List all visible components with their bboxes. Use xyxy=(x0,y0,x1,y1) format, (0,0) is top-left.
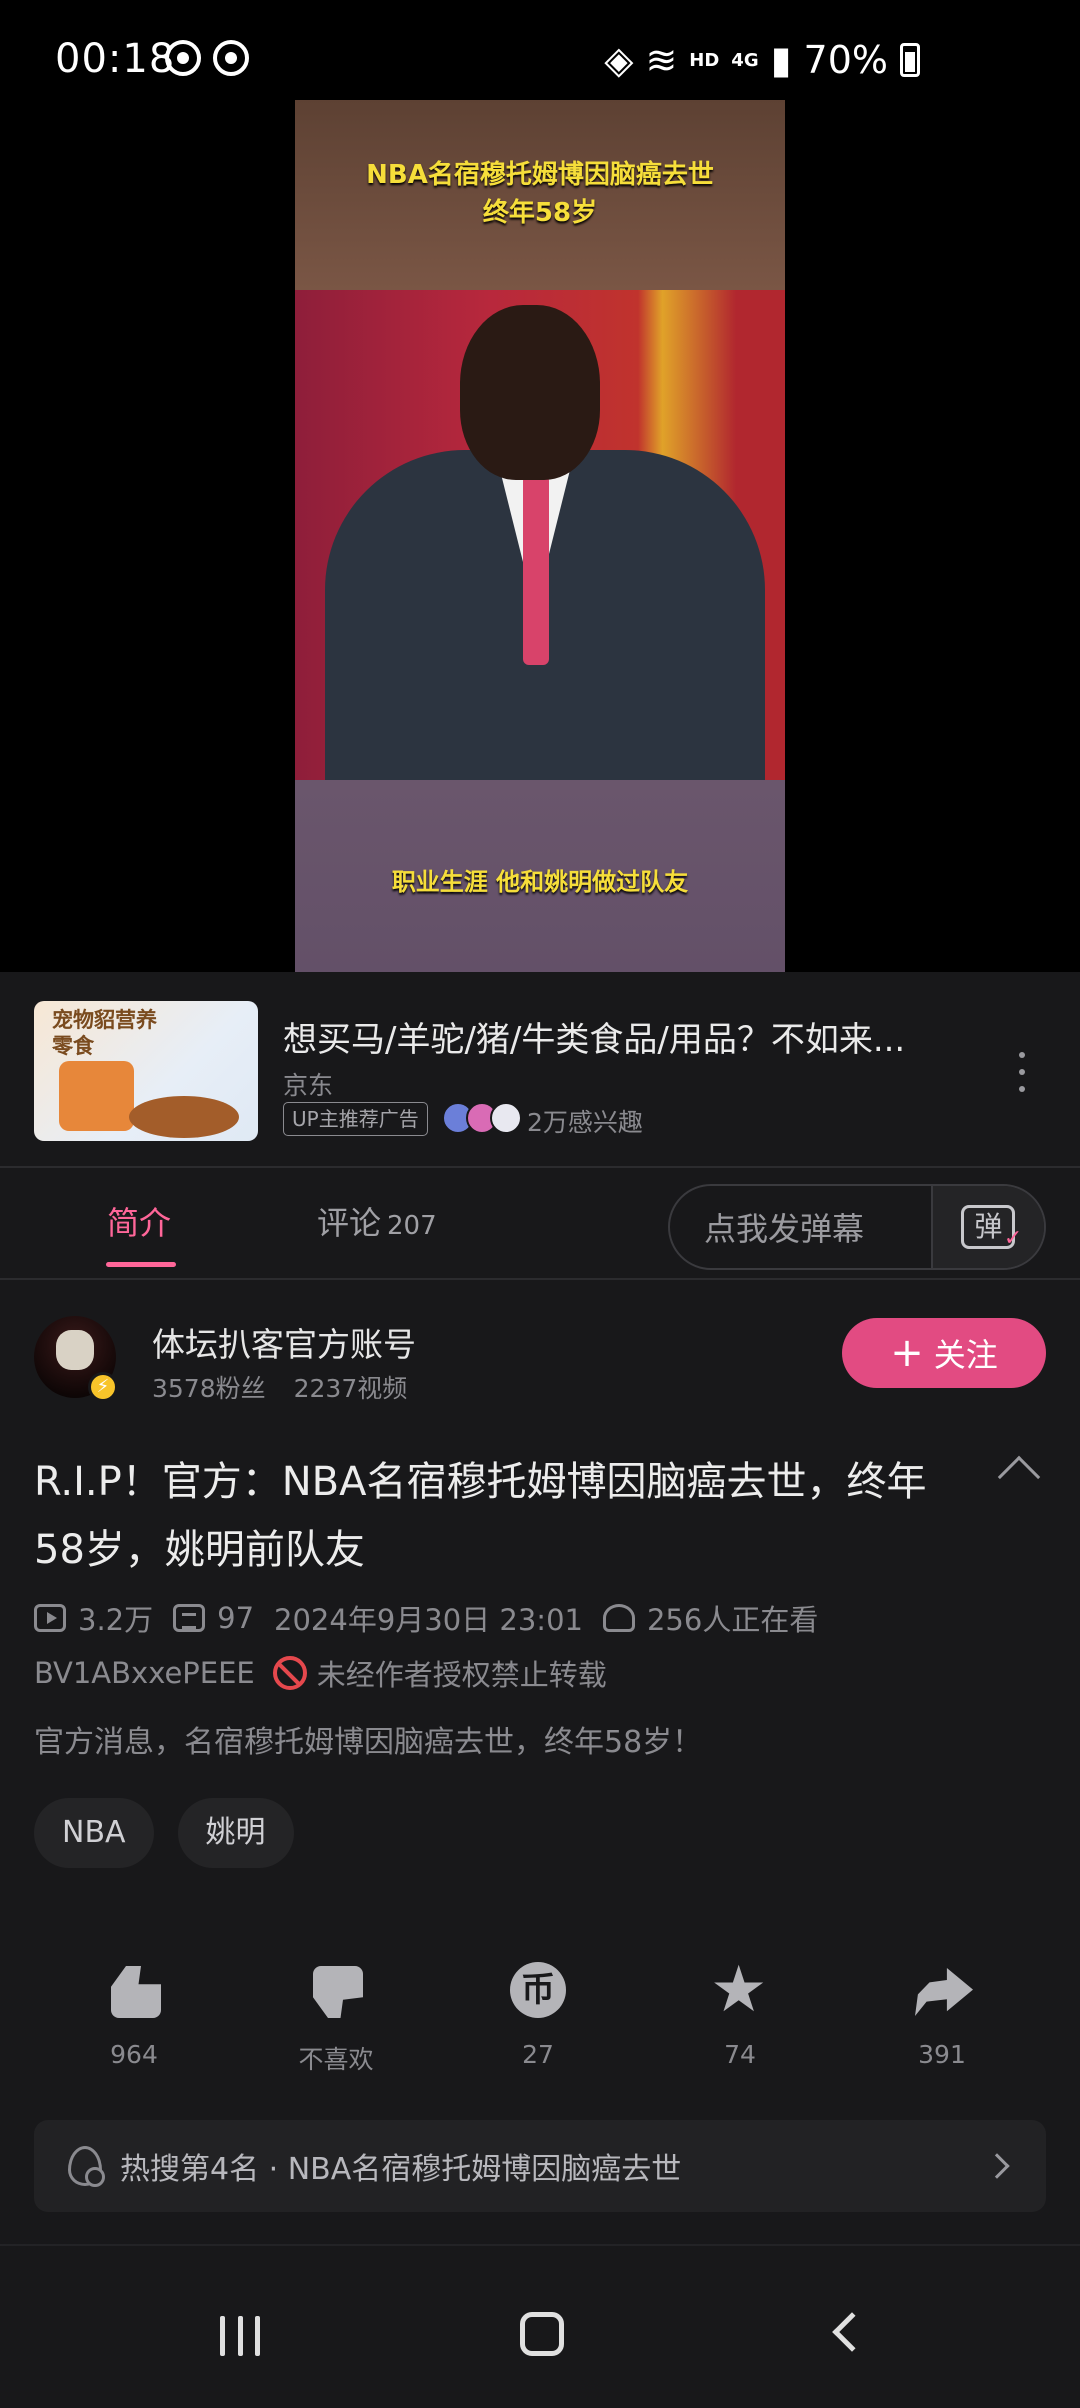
tab-comments-count: 207 xyxy=(387,1211,437,1241)
location-icon xyxy=(165,40,201,76)
tag-item[interactable]: NBA xyxy=(34,1798,154,1868)
coin-glyph: 币 xyxy=(510,1962,566,2018)
forbidden-icon xyxy=(272,1656,307,1690)
play-count-icon xyxy=(34,1604,66,1632)
ad-interest-count: 2万感兴趣 xyxy=(527,1108,643,1137)
star-icon: ★ xyxy=(710,1953,768,2027)
uploader-videos: 2237视频 xyxy=(293,1374,408,1403)
tab-comments-label: 评论 xyxy=(317,1204,382,1242)
like-count: 964 xyxy=(110,2040,158,2069)
chevron-right-icon xyxy=(984,2153,1010,2179)
bvid[interactable]: BV1ABxxePEEE xyxy=(34,1656,255,1690)
network-4g-label: 4G xyxy=(731,49,759,71)
ad-product-can xyxy=(59,1061,134,1131)
like-button[interactable]: 964 xyxy=(74,1962,194,2069)
uploader-stats: 3578粉丝 2237视频 xyxy=(152,1369,407,1405)
video-caption-top-line2: 终年58岁 xyxy=(482,198,598,228)
more-options-icon[interactable] xyxy=(1010,1052,1034,1092)
wifi-icon: ≋ xyxy=(645,38,678,82)
view-count: 3.2万 xyxy=(78,1603,154,1637)
status-time: 00:18 xyxy=(55,36,176,82)
video-caption-bottom: 职业生涯 他和姚明做过队友 xyxy=(391,868,689,896)
recent-apps-icon[interactable] xyxy=(220,2316,260,2356)
hot-search-icon xyxy=(68,2146,105,2187)
dislike-button[interactable]: 不喜欢 xyxy=(276,1962,396,2076)
coin-button[interactable]: 币 27 xyxy=(478,1962,598,2069)
danmaku-toggle-button[interactable]: 弹 xyxy=(930,1186,1044,1268)
follow-button[interactable]: + 关注 xyxy=(842,1318,1046,1388)
ad-interest-avatars xyxy=(442,1102,522,1134)
tag-list: NBA 姚明 xyxy=(34,1798,294,1868)
video-description: 官方消息，名宿穆托姆博因脑癌去世，终年58岁！ xyxy=(34,1725,703,1760)
thumbs-down-icon xyxy=(305,1962,367,2020)
ad-source: 京东 xyxy=(283,1071,334,1100)
video-frame[interactable]: NBA名宿穆托姆博因脑癌去世 终年58岁 职业生涯 他和姚明做过队友 xyxy=(295,100,785,972)
share-count: 391 xyxy=(918,2040,966,2069)
speaker-head xyxy=(460,305,600,480)
hd-label: HD xyxy=(689,49,720,71)
avatar xyxy=(490,1102,522,1134)
danmaku-count: 97 xyxy=(217,1601,255,1635)
share-icon xyxy=(911,1962,973,2020)
publish-date: 2024年9月30日 23:01 xyxy=(274,1603,583,1637)
danmaku-count-icon xyxy=(173,1604,206,1632)
uploader-fans: 3578粉丝 xyxy=(152,1374,266,1403)
share-button[interactable]: 391 xyxy=(882,1962,1002,2069)
video-caption-top-line1: NBA名宿穆托姆博因脑癌去世 xyxy=(366,160,714,190)
video-player[interactable]: NBA名宿穆托姆博因脑癌去世 终年58岁 职业生涯 他和姚明做过队友 xyxy=(0,100,1080,972)
action-bar: 964 不喜欢 币 27 ★ 74 391 xyxy=(0,1953,1080,2082)
favorite-count: 74 xyxy=(724,2040,756,2069)
danmaku-icon: 弹 xyxy=(961,1205,1022,1258)
tag-item[interactable]: 姚明 xyxy=(177,1798,294,1868)
danmaku-input[interactable]: 点我发弹幕 弹 xyxy=(668,1184,1046,1270)
video-title: R.I.P！官方：NBA名宿穆托姆博因脑癌去世，终年58岁，姚明前队友 xyxy=(34,1459,927,1573)
battery-percent: 70% xyxy=(803,38,888,82)
video-caption-top: NBA名宿穆托姆博因脑癌去世 终年58岁 xyxy=(295,156,785,232)
status-right-icons: ◈ ≋ HD 4G ▮ 70% xyxy=(604,38,920,82)
home-icon[interactable] xyxy=(520,2312,564,2356)
dislike-label: 不喜欢 xyxy=(298,2045,374,2074)
verified-badge-icon: ⚡ xyxy=(88,1372,118,1402)
speaker-tie xyxy=(523,475,549,665)
bvid-row: BV1ABxxePEEE 未经作者授权禁止转载 xyxy=(34,1652,607,1694)
uploader-row: ⚡ 体坛扒客官方账号 3578粉丝 2237视频 + 关注 xyxy=(0,1278,1080,1418)
tab-comments[interactable]: 评论 207 xyxy=(317,1198,437,1244)
status-bar: 00:18 ◈ ≋ HD 4G ▮ 70% xyxy=(0,0,1080,100)
coin-icon: 币 xyxy=(507,1962,569,2020)
content-panel: 宠物貂营养零食 想买马/羊驼/猪/牛类食品/用品？不如来... 京东 UP主推荐… xyxy=(0,972,1080,2408)
ad-card[interactable]: 宠物貂营养零食 想买马/羊驼/猪/牛类食品/用品？不如来... 京东 UP主推荐… xyxy=(0,972,1080,1167)
copyright-notice: 未经作者授权禁止转载 xyxy=(316,1658,607,1692)
back-icon[interactable] xyxy=(832,2312,872,2352)
ad-thumbnail[interactable]: 宠物貂营养零食 xyxy=(34,1001,258,1141)
video-meta: 3.2万 97 2024年9月30日 23:01 256人正在看 xyxy=(34,1597,818,1639)
favorite-button[interactable]: ★ 74 xyxy=(680,1953,800,2069)
tab-intro[interactable]: 简介 xyxy=(107,1198,171,1244)
video-scene xyxy=(295,290,785,780)
watching-icon xyxy=(602,1604,635,1632)
uploader-name[interactable]: 体坛扒客官方账号 xyxy=(152,1318,416,1366)
ad-tag: UP主推荐广告 xyxy=(283,1102,428,1136)
ad-title[interactable]: 想买马/羊驼/猪/牛类食品/用品？不如来... xyxy=(283,1012,943,1061)
status-left-icons xyxy=(165,40,249,76)
tab-bar: 简介 评论 207 点我发弹幕 弹 xyxy=(0,1168,1080,1278)
tab-active-indicator xyxy=(106,1262,176,1267)
danmaku-placeholder[interactable]: 点我发弹幕 xyxy=(670,1204,931,1250)
hot-search-banner[interactable]: 热搜第4名 · NBA名宿穆托姆博因脑癌去世 xyxy=(34,2120,1046,2212)
data-saver-icon: ◈ xyxy=(604,38,634,82)
battery-icon xyxy=(900,43,920,77)
follow-label: 关注 xyxy=(933,1336,998,1374)
hot-search-text: 热搜第4名 · NBA名宿穆托姆博因脑癌去世 xyxy=(120,2152,682,2187)
coin-count: 27 xyxy=(522,2040,554,2069)
ad-thumbnail-text: 宠物貂营养零食 xyxy=(52,1008,157,1058)
watching-count: 256人正在看 xyxy=(646,1603,819,1637)
ad-product-snack xyxy=(129,1096,239,1138)
system-nav-bar xyxy=(0,2244,1080,2408)
chevron-up-icon[interactable] xyxy=(997,1455,1041,1499)
signal-icon: ▮ xyxy=(770,38,792,82)
plus-icon: + xyxy=(890,1330,924,1376)
thumbs-up-icon xyxy=(103,1962,165,2020)
sync-icon xyxy=(213,40,249,76)
